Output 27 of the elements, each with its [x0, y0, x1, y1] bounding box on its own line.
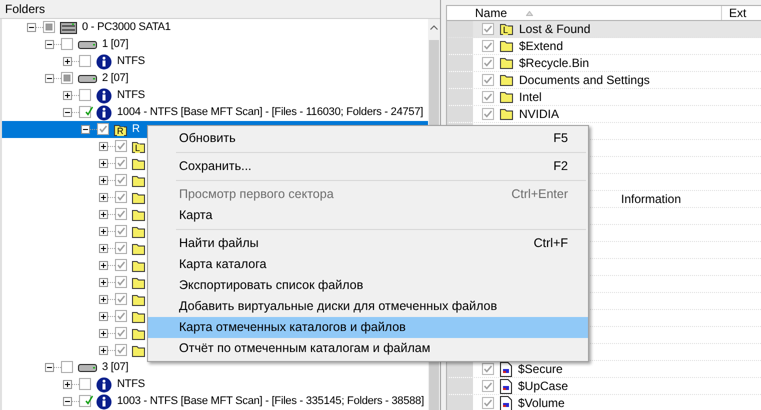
folder-letter: L: [503, 26, 508, 35]
file-name: Information: [621, 191, 682, 208]
node-label: 1004 - NTFS [Base MFT Scan] - [Files - 116030; Folders - 24757]: [117, 105, 424, 120]
file-name: $Recycle.Bin: [519, 55, 590, 72]
file-name: Documents and Settings: [519, 72, 650, 89]
node-label: 0 - PC3000 SATA1: [82, 20, 171, 36]
node-label: NTFS: [117, 377, 145, 392]
node-label: 3 [07]: [102, 360, 128, 376]
shortcut-label: Ctrl+Enter: [511, 186, 568, 204]
shortcut-label: Ctrl+F: [534, 235, 568, 252]
node-label: R: [132, 122, 140, 138]
file-name: Lost & Found: [519, 21, 590, 38]
pane-title: Folders: [5, 1, 46, 18]
shortcut-label: F5: [553, 130, 568, 148]
shortcut-label: F2: [553, 158, 568, 176]
file-name: NVIDIA: [519, 106, 560, 123]
file-name: $UpCase: [518, 378, 568, 395]
node-label: NTFS: [117, 54, 145, 70]
node-label: 1003 - NTFS [Base MFT Scan] - [Files - 335145; Folders - 38588]: [117, 394, 424, 410]
file-name: Intel: [519, 89, 542, 106]
node-label: NTFS: [117, 88, 145, 104]
node-label: 2 [07]: [102, 71, 128, 86]
file-name: $Secure: [518, 361, 563, 378]
file-name: $Extend: [519, 38, 564, 55]
node-label: 1 [07]: [102, 37, 128, 52]
folder-letter: L: [135, 144, 140, 152]
file-name: $Volume: [518, 395, 565, 410]
